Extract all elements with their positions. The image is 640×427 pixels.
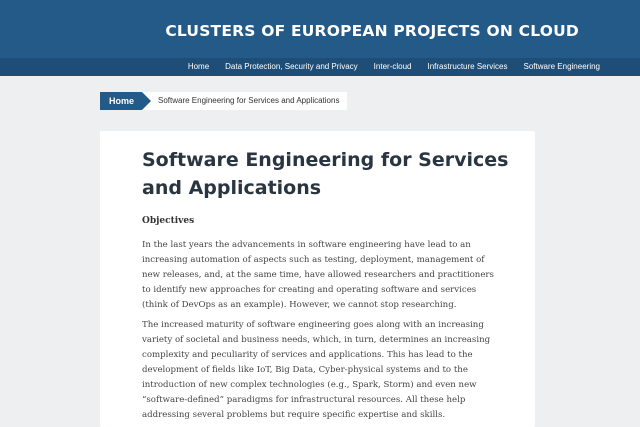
site-title[interactable]: CLUSTERS OF EUROPEAN PROJECTS ON CLOUD	[165, 22, 579, 40]
nav-item-software-engineering[interactable]: Software Engineering	[516, 58, 601, 76]
section-heading-objectives: Objectives	[142, 216, 195, 226]
paragraph: In the last years the advancements in so…	[142, 240, 494, 310]
main-navigation: Home Data Protection, Security and Priva…	[0, 58, 640, 76]
nav-item-home[interactable]: Home	[180, 58, 217, 76]
site-header: CLUSTERS OF EUROPEAN PROJECTS ON CLOUD	[0, 0, 640, 58]
page-title: Software Engineering for Services and Ap…	[142, 149, 509, 199]
nav-item-inter-cloud[interactable]: Inter-cloud	[366, 58, 420, 76]
nav-item-infrastructure-services[interactable]: Infrastructure Services	[419, 58, 515, 76]
breadcrumb: Home Software Engineering for Services a…	[100, 92, 348, 110]
breadcrumb-home-link[interactable]: Home	[100, 92, 152, 110]
paragraph: The increased maturity of software engin…	[142, 320, 491, 420]
nav-menu: Home Data Protection, Security and Priva…	[180, 58, 600, 76]
nav-item-data-protection[interactable]: Data Protection, Security and Privacy	[217, 58, 366, 76]
breadcrumb-current: Software Engineering for Services and Ap…	[142, 92, 348, 110]
article-card: Software Engineering for Services and Ap…	[100, 131, 535, 427]
